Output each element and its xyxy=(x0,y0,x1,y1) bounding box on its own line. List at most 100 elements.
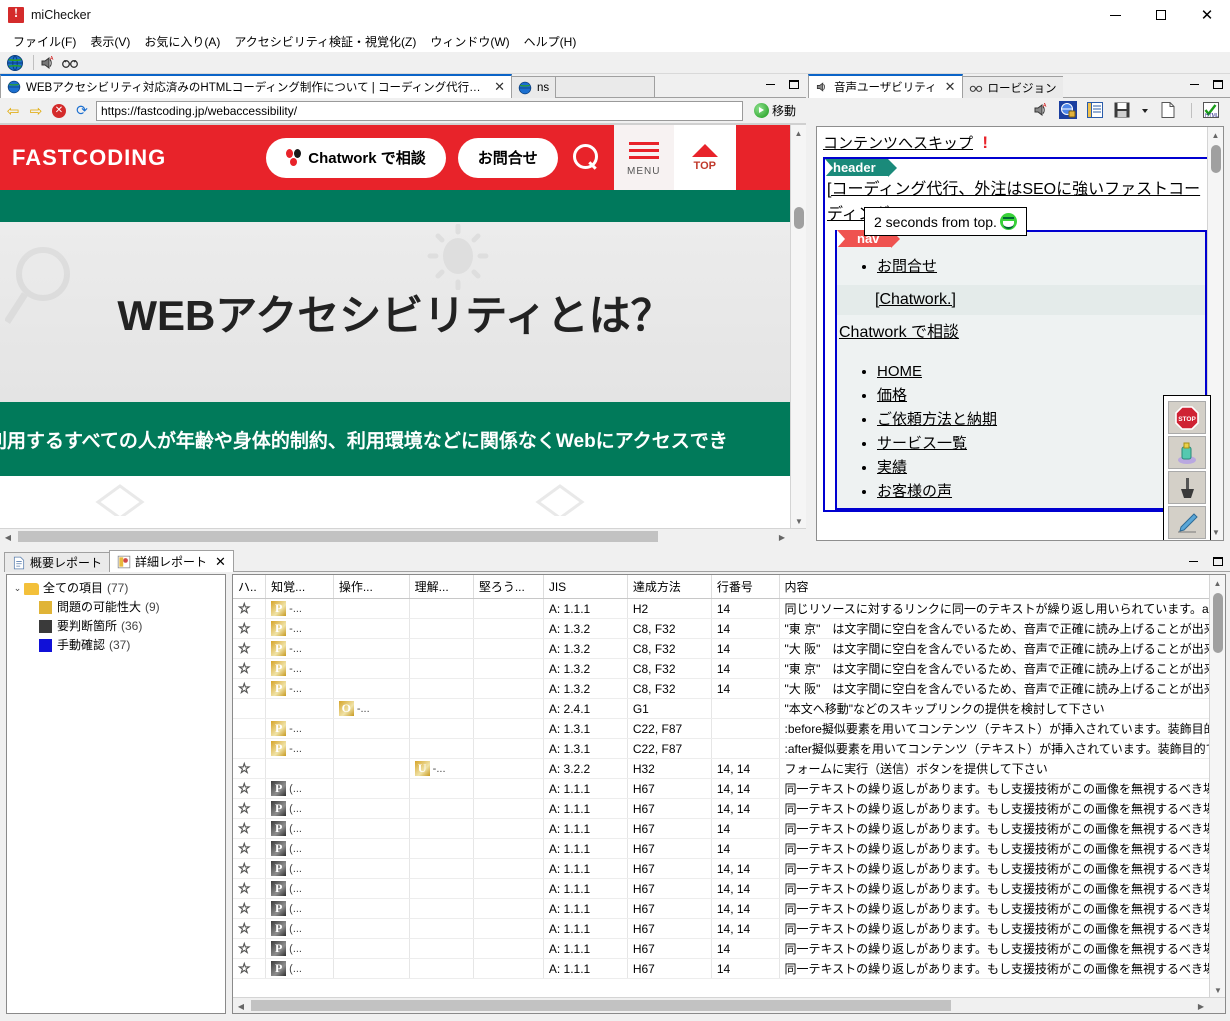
speaker-icon[interactable]: A xyxy=(39,54,57,72)
table-row[interactable]: ☆P(...A: 1.1.1H6714, 14同一テキストの繰り返しがあります。… xyxy=(233,899,1209,919)
go-button[interactable]: 移動 xyxy=(748,102,802,119)
table-row[interactable]: ☆P(...A: 1.1.1H6714, 14同一テキストの繰り返しがあります。… xyxy=(233,919,1209,939)
nav-link-testimonials[interactable]: お客様の声 xyxy=(877,483,952,500)
tab-voice-usability-close-icon[interactable]: ✕ xyxy=(945,79,956,95)
report-panel-maximize-button[interactable] xyxy=(1210,553,1226,569)
col-header-perceive[interactable]: 知覚... xyxy=(266,575,334,599)
tab-voice-usability[interactable]: 音声ユーザビリティ ✕ xyxy=(808,74,963,98)
menu-accessibility-check[interactable]: アクセシビリティ検証・視覚化(Z) xyxy=(227,31,423,52)
tab-detail-report-close-icon[interactable]: ✕ xyxy=(215,554,226,570)
report-scroll-thumb[interactable] xyxy=(1213,593,1223,653)
nav-link-services[interactable]: サービス一覧 xyxy=(877,435,967,452)
table-row[interactable]: ☆P-...A: 1.3.2C8, F3214"東 京" は文字間に空白を含んで… xyxy=(233,619,1209,639)
tree-item-manual-check[interactable]: 手動確認 (37) xyxy=(11,636,225,655)
chevron-down-icon[interactable]: ⌄ xyxy=(11,579,24,598)
tree-scroll-thumb[interactable] xyxy=(1211,145,1221,173)
chatwork-consult-link[interactable]: Chatwork で相談 xyxy=(839,321,1201,346)
browser-tab-ns[interactable]: ns xyxy=(511,76,556,98)
nav-contact-link[interactable]: お問合せ xyxy=(877,258,937,275)
table-row[interactable]: ☆P(...A: 1.1.1H6714同一テキストの繰り返しがあります。もし支援… xyxy=(233,819,1209,839)
col-header-content[interactable]: 内容 xyxy=(779,575,1209,599)
menu-file[interactable]: ファイル(F) xyxy=(6,31,83,52)
table-row[interactable]: P-...A: 1.3.1C22, F87:before擬似要素を用いてコンテン… xyxy=(233,719,1209,739)
col-header-method[interactable]: 達成方法 xyxy=(627,575,711,599)
report-scroll-down-icon[interactable]: ▼ xyxy=(1210,982,1226,998)
globe-icon[interactable] xyxy=(6,54,24,72)
table-row[interactable]: ☆P(...A: 1.1.1H6714, 14同一テキストの繰り返しがあります。… xyxy=(233,799,1209,819)
scroll-up-arrow-icon[interactable]: ▲ xyxy=(791,125,806,141)
right-panel-minimize-button[interactable] xyxy=(1186,76,1202,92)
table-row[interactable]: P-...A: 1.3.1C22, F87:after擬似要素を用いてコンテンツ… xyxy=(233,739,1209,759)
table-row[interactable]: ☆P-...A: 1.3.2C8, F3214"大 阪" は文字間に空白を含んで… xyxy=(233,679,1209,699)
report-scroll-up-icon[interactable]: ▲ xyxy=(1210,575,1225,591)
report-horizontal-scrollbar[interactable]: ◀ ▶ xyxy=(233,997,1225,1013)
stop-button[interactable]: STOP xyxy=(1168,401,1206,434)
table-row[interactable]: ☆P(...A: 1.1.1H6714, 14同一テキストの繰り返しがあります。… xyxy=(233,859,1209,879)
table-row[interactable]: ☆P(...A: 1.1.1H6714同一テキストの繰り返しがあります。もし支援… xyxy=(233,839,1209,859)
maximize-button[interactable] xyxy=(1138,0,1184,30)
chatwork-bracket-link[interactable]: [Chatwork.] xyxy=(875,291,956,308)
chatwork-consult-button[interactable]: Chatwork で相談 xyxy=(266,138,446,178)
hscroll-right-arrow-icon[interactable]: ▶ xyxy=(774,529,790,544)
menu-window[interactable]: ウィンドウ(W) xyxy=(423,31,516,52)
report-hscroll-left-icon[interactable]: ◀ xyxy=(233,998,249,1014)
col-header-operate[interactable]: 操作... xyxy=(333,575,409,599)
web-preview-horizontal-scrollbar[interactable]: ◀ ▶ xyxy=(0,528,806,544)
col-header-ha[interactable]: ハ.. xyxy=(233,575,266,599)
menu-help[interactable]: ヘルプ(H) xyxy=(517,31,584,52)
reload-icon[interactable]: ⟳ xyxy=(73,102,91,120)
contact-button[interactable]: お問合せ xyxy=(458,138,558,178)
table-row[interactable]: ☆P(...A: 1.1.1H6714同一テキストの繰り返しがあります。もし支援… xyxy=(233,959,1209,979)
col-header-robust[interactable]: 堅ろう... xyxy=(473,575,543,599)
table-row[interactable]: ☆P(...A: 1.1.1H6714, 14同一テキストの繰り返しがあります。… xyxy=(233,779,1209,799)
skip-to-content-link[interactable]: コンテンツへスキップ xyxy=(823,132,973,153)
save-dropdown-icon[interactable] xyxy=(1140,101,1150,119)
scroll-down-arrow-icon[interactable]: ▼ xyxy=(791,513,806,529)
document-icon[interactable] xyxy=(1159,101,1177,119)
table-row[interactable]: ☆P(...A: 1.1.1H6714, 14同一テキストの繰り返しがあります。… xyxy=(233,879,1209,899)
browser-panel-minimize-button[interactable] xyxy=(762,76,778,92)
col-header-understand[interactable]: 理解... xyxy=(409,575,473,599)
col-header-line[interactable]: 行番号 xyxy=(711,575,779,599)
report-vertical-scrollbar[interactable]: ▲ ▼ xyxy=(1209,575,1225,998)
tree-item-needs-judgement[interactable]: 要判断箇所 (36) xyxy=(11,617,225,636)
forward-icon[interactable]: ⇨ xyxy=(27,102,45,120)
menu-favorites[interactable]: お気に入り(A) xyxy=(137,31,227,52)
minimize-button[interactable] xyxy=(1092,0,1138,30)
tree-item-high-risk[interactable]: 問題の可能性大 (9) xyxy=(11,598,225,617)
search-icon[interactable] xyxy=(572,143,602,173)
tree-scroll-up-icon[interactable]: ▲ xyxy=(1208,127,1223,143)
table-row[interactable]: ☆P(...A: 1.1.1H6714同一テキストの繰り返しがあります。もし支援… xyxy=(233,939,1209,959)
speaker-read-icon[interactable]: A xyxy=(1032,101,1050,119)
nav-link-request-method[interactable]: ご依頼方法と納期 xyxy=(877,411,997,428)
hscroll-left-arrow-icon[interactable]: ◀ xyxy=(0,529,16,544)
back-icon[interactable]: ⇦ xyxy=(4,102,22,120)
table-row[interactable]: ☆P-...A: 1.1.1H214同じリソースに対するリンクに同一のテキストが… xyxy=(233,599,1209,619)
browser-panel-maximize-button[interactable] xyxy=(786,76,802,92)
table-row[interactable]: ☆U-...A: 3.2.2H3214, 14フォームに実行（送信）ボタンを提供… xyxy=(233,759,1209,779)
col-header-jis[interactable]: JIS xyxy=(543,575,627,599)
tree-root-item[interactable]: ⌄ 全ての項目 (77) xyxy=(11,579,225,598)
report-panel-minimize-button[interactable] xyxy=(1185,553,1201,569)
report-hscroll-thumb[interactable] xyxy=(251,1000,951,1011)
html-validate-icon[interactable]: HTML xyxy=(1202,101,1220,119)
right-panel-maximize-button[interactable] xyxy=(1210,76,1226,92)
tab-detail-report[interactable]: 詳細レポート ✕ xyxy=(109,550,234,572)
browser-tab-close-icon[interactable]: ✕ xyxy=(494,79,505,95)
table-row[interactable]: O-...A: 2.4.1G1"本文へ移動"などのスキップリンクの提供を検討して… xyxy=(233,699,1209,719)
nav-link-home[interactable]: HOME xyxy=(877,363,922,380)
brush-button[interactable] xyxy=(1168,471,1206,504)
hscroll-thumb[interactable] xyxy=(18,531,658,542)
globe-lock-icon[interactable] xyxy=(1059,101,1077,119)
url-input[interactable]: https://fastcoding.jp/webaccessibility/ xyxy=(96,101,743,121)
table-row[interactable]: ☆P-...A: 1.3.2C8, F3214"大 阪" は文字間に空白を含んで… xyxy=(233,639,1209,659)
highlighter-button[interactable] xyxy=(1168,436,1206,469)
report-hscroll-right-icon[interactable]: ▶ xyxy=(1193,998,1209,1014)
scroll-thumb[interactable] xyxy=(794,207,804,229)
tab-low-vision[interactable]: ロービジョン xyxy=(962,76,1064,98)
list-report-icon[interactable] xyxy=(1086,101,1104,119)
pen-button[interactable] xyxy=(1168,506,1206,539)
close-button[interactable]: ✕ xyxy=(1184,0,1230,30)
low-vision-glasses-icon[interactable] xyxy=(61,54,79,72)
nav-link-results[interactable]: 実績 xyxy=(877,459,907,476)
